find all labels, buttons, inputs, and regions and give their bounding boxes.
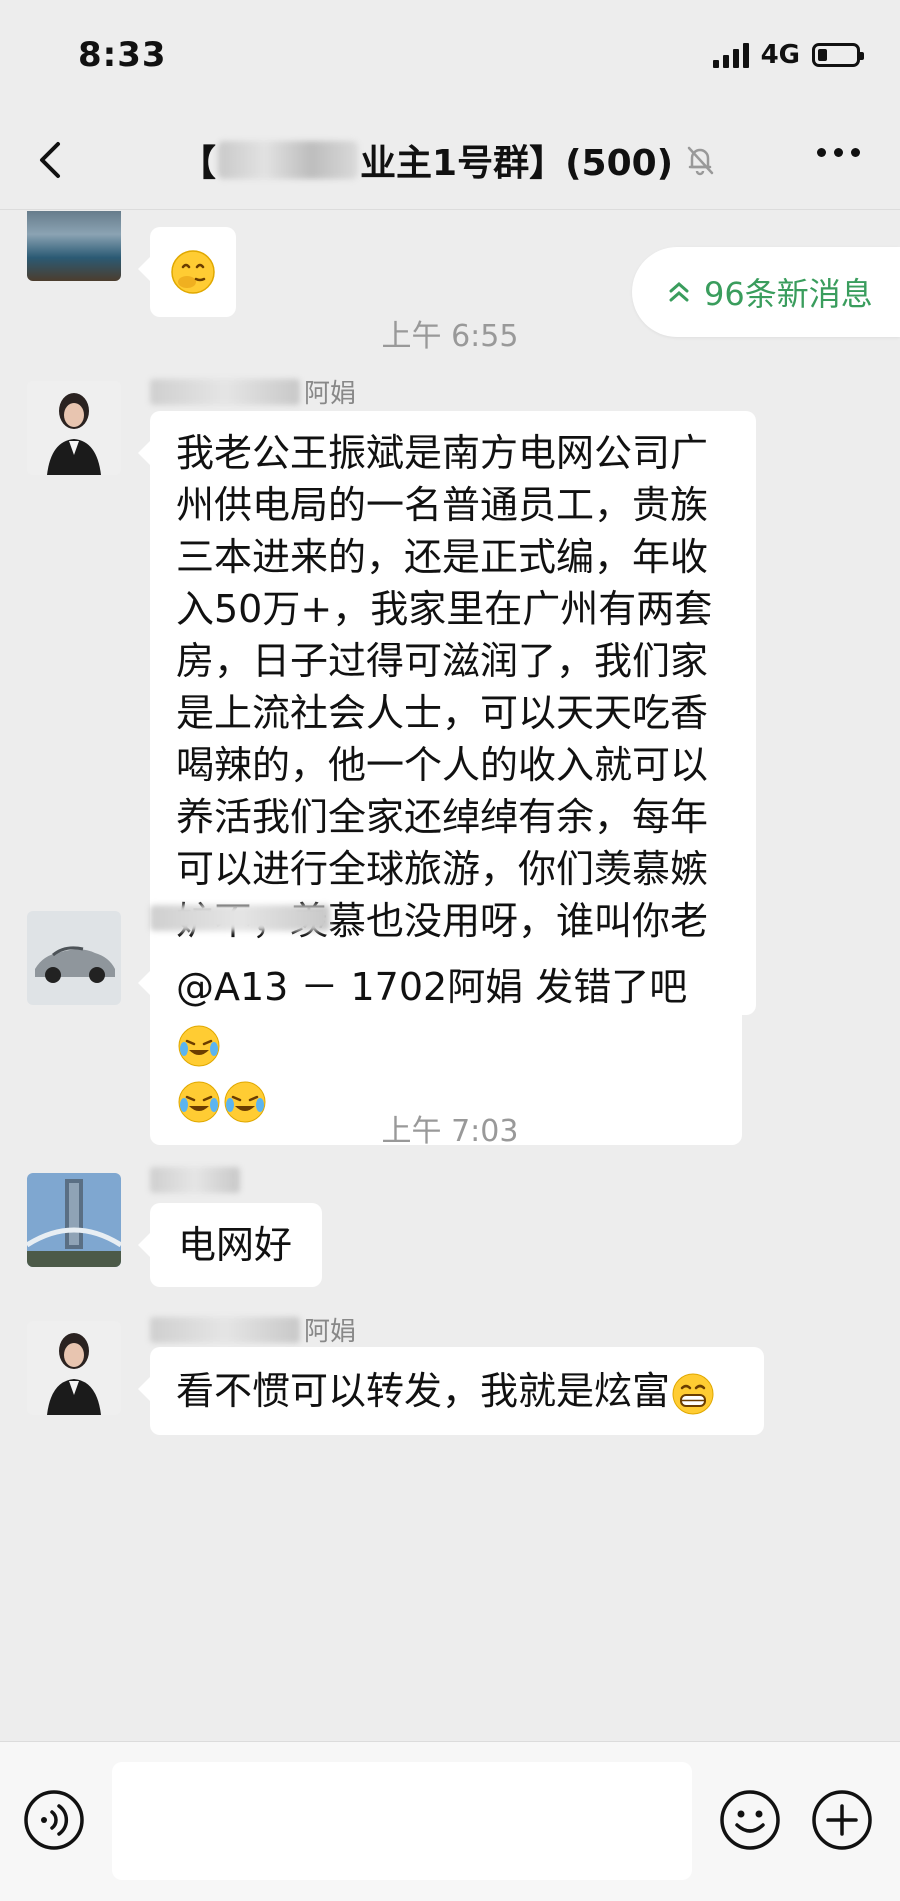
- message-text: 看不惯可以转发，我就是炫富: [176, 1369, 671, 1413]
- emoji-icon[interactable]: [718, 1788, 782, 1852]
- message-input[interactable]: [112, 1762, 692, 1880]
- blurred-sender: [150, 1167, 240, 1193]
- avatar[interactable]: [27, 911, 121, 1005]
- network-type: 4G: [760, 40, 800, 70]
- new-messages-label: 96条新消息: [704, 275, 873, 313]
- sender-name: 阿娟: [150, 1311, 356, 1348]
- timestamp: 上午 7:03: [381, 1114, 519, 1149]
- message-bubble[interactable]: 电网好: [138, 1203, 322, 1287]
- title-prefix: 【: [180, 143, 217, 184]
- double-chevron-up-icon: [669, 282, 689, 302]
- signal-icon: [712, 42, 749, 68]
- status-indicators: 4G: [712, 40, 864, 70]
- chat-header: 【 业主1号群】(500): [0, 110, 900, 210]
- timestamp: 上午 6:55: [381, 319, 519, 354]
- sticker-bubble[interactable]: [138, 227, 236, 317]
- group-title: 【 业主1号群】(500): [180, 134, 717, 186]
- message-text: @A13 － 1702阿娟 发错了吧: [176, 965, 688, 1009]
- sender-name: [150, 905, 334, 931]
- blurred-sender: [150, 378, 300, 405]
- avatar[interactable]: [27, 1173, 121, 1267]
- status-bar: 8:33 4G: [0, 0, 900, 110]
- blurred-sender: [150, 905, 330, 931]
- sender-name: 阿娟: [150, 373, 356, 410]
- message-bubble[interactable]: 看不惯可以转发，我就是炫富: [138, 1347, 764, 1435]
- avatar[interactable]: [27, 211, 121, 281]
- battery-icon: [812, 43, 864, 67]
- avatar[interactable]: [27, 381, 121, 475]
- bell-off-icon: [687, 146, 714, 176]
- blurred-sender: [150, 1316, 300, 1343]
- message-text: 电网好: [178, 1223, 293, 1267]
- plus-icon[interactable]: [810, 1788, 874, 1852]
- voice-icon[interactable]: [22, 1788, 86, 1852]
- chat-message-list[interactable]: 96条新消息 上午 6:55 阿娟 我老公王振斌是南方电网公司广州供电局的一名普…: [0, 211, 900, 1741]
- avatar[interactable]: [27, 1321, 121, 1415]
- chevron-left-icon[interactable]: [30, 138, 74, 182]
- more-icon[interactable]: [817, 148, 860, 157]
- laughing-crying-emoji-icon: [178, 1025, 220, 1066]
- title-suffix: 业主1号群】(500): [360, 143, 674, 184]
- blurred-group-name: [218, 141, 359, 179]
- sender-name: [150, 1167, 244, 1193]
- status-time: 8:33: [78, 35, 167, 75]
- thinking-emoji-icon: [171, 250, 215, 294]
- grinning-emoji-icon: [672, 1373, 714, 1414]
- input-bar: [0, 1741, 900, 1901]
